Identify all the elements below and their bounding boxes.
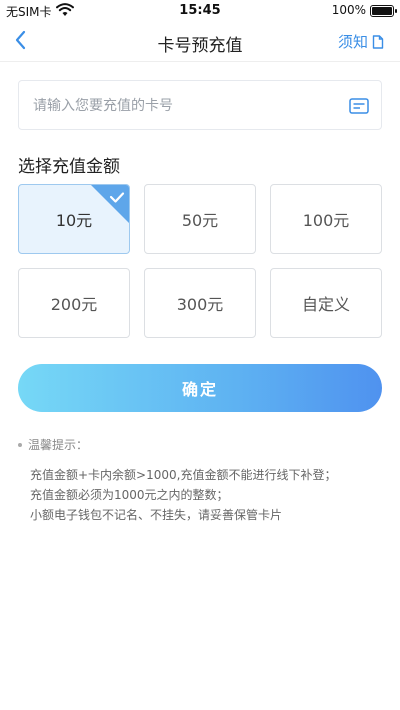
tips-line: 充值金额必须为1000元之内的整数； — [30, 488, 229, 502]
notice-label: 须知 — [337, 33, 368, 51]
bullet-dot — [18, 442, 22, 447]
amount-option-10[interactable]: 10元 — [18, 184, 130, 254]
card-icon[interactable] — [349, 97, 369, 115]
tips-section: 温馨提示： 充值金额+卡内余额>1000,充值金额不能进行线下补登； 充值金额必… — [18, 436, 382, 525]
amount-option-50[interactable]: 50元 — [144, 184, 256, 254]
battery-percent: 100% — [331, 3, 366, 17]
amount-option-label: 200元 — [50, 295, 98, 314]
tips-header: 温馨提示： — [18, 436, 382, 453]
tips-line: 小额电子钱包不记名、不挂失，请妥善保管卡片 — [30, 508, 283, 522]
amount-option-label: 50元 — [181, 211, 219, 230]
card-number-field[interactable] — [18, 80, 382, 130]
amount-option-custom[interactable]: 自定义 — [270, 268, 382, 338]
tips-lines: 充值金额+卡内余额>1000,充值金额不能进行线下补登； 充值金额必须为1000… — [18, 465, 382, 525]
document-icon — [372, 34, 384, 49]
notice-button[interactable]: 须知 — [338, 31, 384, 52]
status-bar: 无SIM卡 15:45 100% — [0, 0, 400, 22]
nav-bar: 卡号预充值 须知 — [0, 22, 400, 62]
battery-icon — [370, 5, 397, 17]
tips-title: 温馨提示： — [28, 438, 89, 452]
amount-option-label: 自定义 — [301, 295, 350, 314]
confirm-button[interactable]: 确定 — [18, 364, 382, 412]
amount-section-title: 选择充值金额 — [18, 157, 120, 177]
tips-line: 充值金额+卡内余额>1000,充值金额不能进行线下补登； — [30, 468, 337, 482]
amount-option-200[interactable]: 200元 — [18, 268, 130, 338]
amount-option-label: 10元 — [55, 211, 93, 230]
amount-option-300[interactable]: 300元 — [144, 268, 256, 338]
amount-option-100[interactable]: 100元 — [270, 184, 382, 254]
amount-option-label: 100元 — [302, 211, 350, 230]
card-number-input[interactable] — [33, 94, 333, 118]
amount-option-label: 300元 — [176, 295, 224, 314]
selected-check-icon — [91, 185, 129, 223]
